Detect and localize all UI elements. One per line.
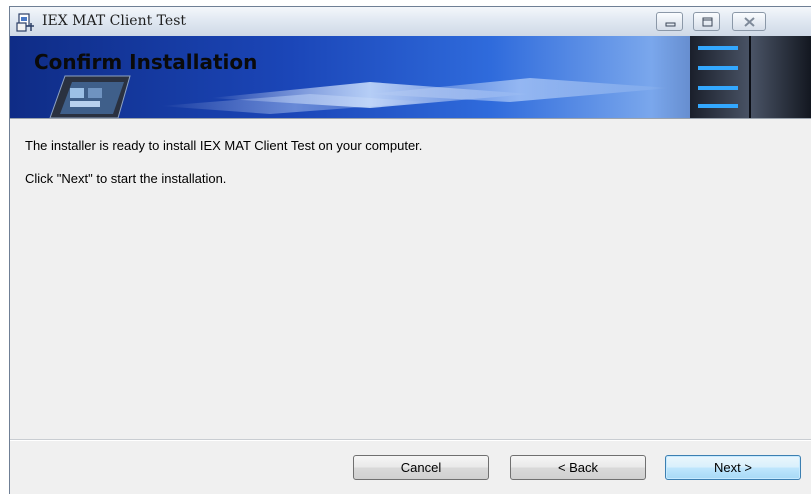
back-button[interactable]: < Back (510, 455, 646, 480)
laptop-image (49, 75, 131, 118)
header-banner: Confirm Installation (10, 36, 811, 118)
maximize-button[interactable] (693, 12, 720, 31)
close-icon (744, 17, 755, 27)
minimize-button[interactable] (656, 12, 683, 31)
banner-title: Confirm Installation (34, 50, 258, 74)
ready-message: The installer is ready to install IEX MA… (25, 138, 423, 153)
maximize-icon (702, 17, 713, 27)
next-button[interactable]: Next > (665, 455, 801, 480)
server-image (690, 36, 811, 118)
installer-window: IEX MAT Client Test Confirm Installation… (9, 6, 811, 494)
window-title: IEX MAT Client Test (42, 13, 187, 29)
close-button[interactable] (732, 12, 766, 31)
banner-divider (10, 118, 811, 119)
minimize-icon (665, 22, 676, 27)
instruction-message: Click "Next" to start the installation. (25, 171, 227, 186)
cancel-button[interactable]: Cancel (353, 455, 489, 480)
title-bar[interactable]: IEX MAT Client Test (10, 7, 811, 37)
installer-icon (16, 12, 36, 32)
footer-divider (10, 439, 811, 441)
banner-artwork (49, 36, 811, 118)
